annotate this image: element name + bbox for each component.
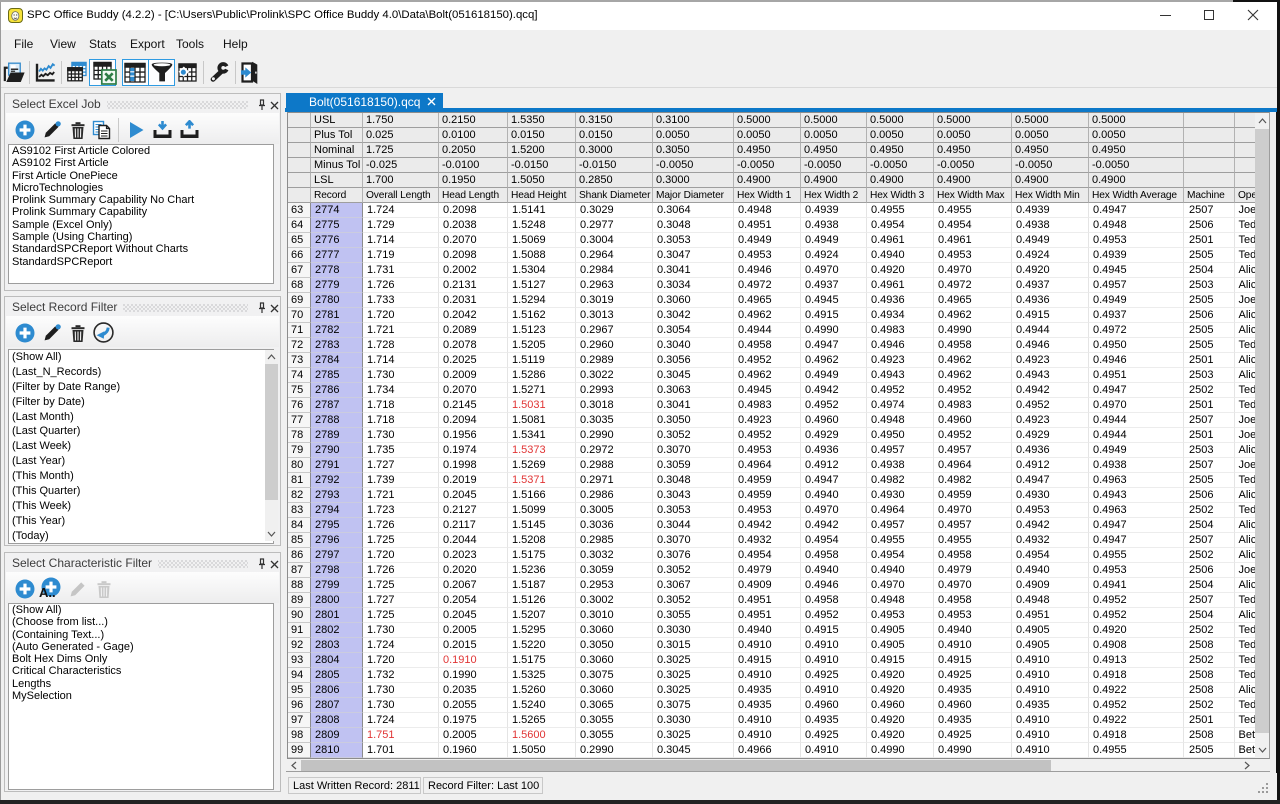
svg-text:A..: A.. bbox=[39, 585, 56, 599]
